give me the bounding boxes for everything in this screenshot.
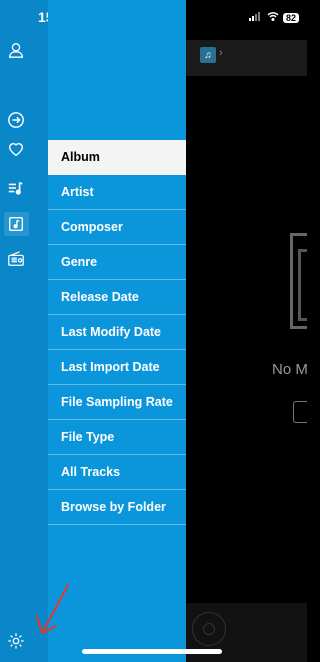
menu-item-genre[interactable]: Genre <box>48 245 186 280</box>
wifi-icon <box>267 11 279 24</box>
radio-icon[interactable] <box>7 250 25 268</box>
empty-state-button[interactable] <box>293 401 307 423</box>
battery-level: 82 <box>282 12 299 23</box>
menu-item-last-import-date[interactable]: Last Import Date <box>48 350 186 385</box>
music-library-icon[interactable] <box>7 215 25 233</box>
status-indicators: 82 <box>248 11 299 24</box>
browse-menu: Album Artist Composer Genre Release Date… <box>48 0 186 662</box>
menu-item-file-sampling-rate[interactable]: File Sampling Rate <box>48 385 186 420</box>
music-folder-icon[interactable]: ♫ <box>200 47 216 63</box>
person-icon[interactable] <box>7 41 25 59</box>
heart-icon[interactable] <box>7 140 25 158</box>
menu-item-album[interactable]: Album <box>48 140 186 175</box>
main-content: 82 ♫ › No M <box>186 0 307 662</box>
empty-state-text: No M <box>272 361 307 378</box>
gear-icon[interactable] <box>7 632 25 650</box>
circle-arrow-right-icon[interactable] <box>7 111 25 129</box>
menu-item-release-date[interactable]: Release Date <box>48 280 186 315</box>
menu-item-composer[interactable]: Composer <box>48 210 186 245</box>
menu-item-artist[interactable]: Artist <box>48 175 186 210</box>
menu-item-browse-by-folder[interactable]: Browse by Folder <box>48 490 186 525</box>
menu-item-file-type[interactable]: File Type <box>48 420 186 455</box>
chevron-right-icon: › <box>219 47 223 59</box>
signal-icon <box>248 11 263 24</box>
menu-item-all-tracks[interactable]: All Tracks <box>48 455 186 490</box>
menu-item-last-modify-date[interactable]: Last Modify Date <box>48 315 186 350</box>
playlist-icon[interactable] <box>7 179 25 197</box>
home-indicator <box>82 649 222 654</box>
icon-rail: 15:03 <box>0 0 74 662</box>
disc-icon <box>192 612 226 646</box>
empty-library-art-inner <box>298 249 307 321</box>
